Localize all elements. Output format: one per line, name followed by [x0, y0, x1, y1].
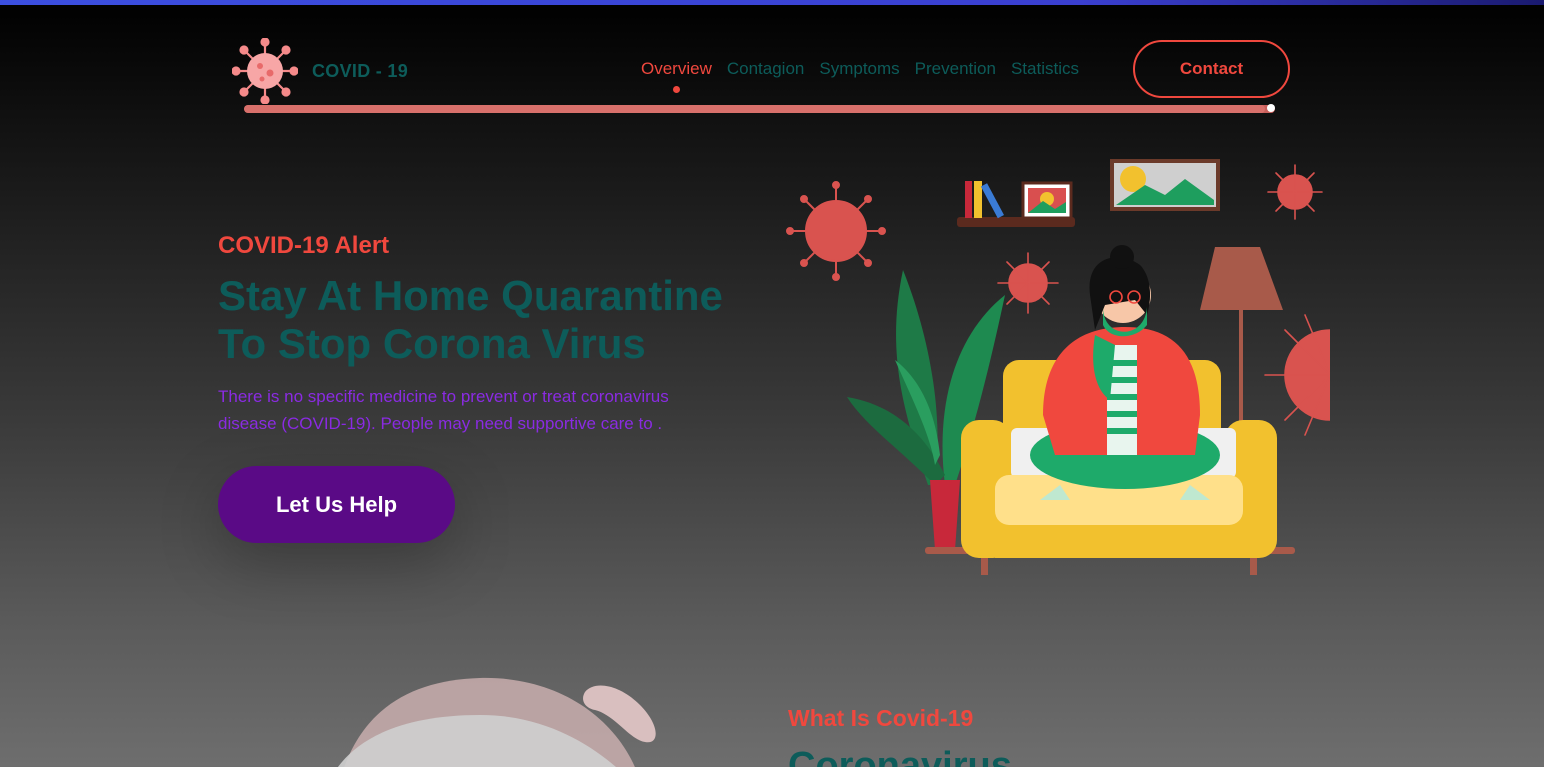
- scroll-progress-fill: [244, 105, 1265, 113]
- nav-item-overview[interactable]: Overview: [641, 59, 712, 93]
- virus-decoration: [786, 181, 886, 281]
- nav-item-label: Statistics: [1010, 59, 1079, 78]
- main-nav: Overview Contagion Symptoms Prevention S…: [641, 59, 1079, 93]
- brand-name: COVID - 19: [312, 60, 409, 81]
- brand-logo[interactable]: COVID - 19: [232, 38, 408, 104]
- contact-button[interactable]: Contact: [1133, 40, 1290, 98]
- scroll-progress-bar: [244, 105, 1275, 113]
- top-accent-bar: [0, 0, 1544, 5]
- nav-item-label: Symptoms: [819, 59, 900, 78]
- hero-eyebrow: COVID-19 Alert: [218, 232, 390, 259]
- hero-description: There is no specific medicine to prevent…: [218, 387, 669, 433]
- nav-item-label: Prevention: [914, 59, 996, 78]
- virus-icon: [232, 38, 298, 104]
- active-indicator-dot: [673, 86, 681, 93]
- nav-item-prevention[interactable]: Prevention: [915, 59, 996, 79]
- about-title: Coronavirus: [788, 745, 1012, 767]
- nav-item-label: Overview: [641, 59, 712, 78]
- nav-item-contagion[interactable]: Contagion: [727, 59, 805, 79]
- nav-item-label: Contagion: [726, 59, 805, 78]
- scroll-progress-knob[interactable]: [1267, 104, 1275, 112]
- nav-item-symptoms[interactable]: Symptoms: [819, 59, 899, 79]
- hero-title: Stay At Home Quarantine To Stop Corona V…: [218, 272, 723, 367]
- woman-on-sofa-illustration: [786, 159, 1330, 575]
- about-eyebrow: What Is Covid-19: [788, 705, 974, 731]
- decorative-blob-illustration: [338, 677, 656, 767]
- let-us-help-button[interactable]: Let Us Help: [218, 466, 455, 543]
- nav-item-statistics[interactable]: Statistics: [1011, 59, 1079, 79]
